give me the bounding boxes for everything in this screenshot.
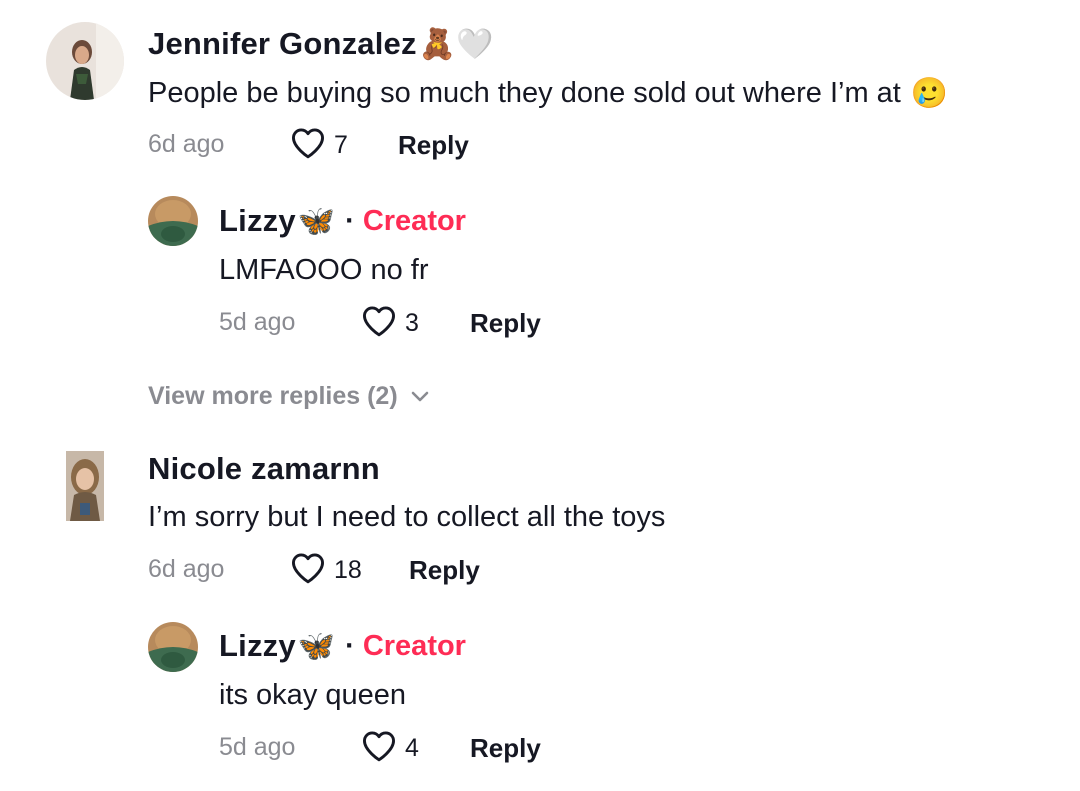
heart-outline-icon[interactable]: [361, 730, 397, 767]
reply-button[interactable]: Reply: [398, 130, 469, 161]
comment-emoji: 🥲: [910, 76, 949, 110]
avatar-lizzy[interactable]: [148, 196, 198, 246]
heart-outline-icon[interactable]: [290, 552, 326, 589]
reply-text: its okay queen: [219, 679, 407, 711]
heart-outline-icon[interactable]: [290, 127, 326, 164]
reply-button[interactable]: Reply: [409, 555, 480, 586]
avatar-nicole-zamarnn[interactable]: [66, 451, 104, 521]
like-count: 4: [405, 733, 419, 762]
butterfly-emoji: 🦋: [297, 204, 336, 238]
heart-outline-icon[interactable]: [361, 305, 397, 342]
reply-button[interactable]: Reply: [470, 733, 541, 764]
comment-author[interactable]: Jennifer Gonzalez: [148, 26, 417, 62]
separator-dot: ·: [345, 204, 355, 237]
avatar-jennifer-gonzalez[interactable]: [46, 22, 124, 100]
like-count: 3: [405, 308, 419, 337]
reply-author[interactable]: Lizzy: [219, 628, 296, 664]
comment-time: 6d ago: [148, 130, 225, 158]
creator-badge: Creator: [362, 629, 466, 662]
comment-text: People be buying so much they done sold …: [148, 76, 901, 109]
like-count: 7: [334, 130, 348, 159]
view-more-label: View more replies (2): [148, 381, 398, 410]
comment-text: I’m sorry but I need to collect all the …: [148, 501, 666, 533]
comment-author[interactable]: Nicole zamarnn: [148, 451, 380, 487]
chevron-down-icon: [410, 389, 430, 403]
like-count: 18: [334, 555, 362, 584]
creator-badge: Creator: [362, 204, 466, 237]
author-emoji: 🧸🤍: [418, 27, 494, 61]
reply-text: LMFAOOO no fr: [219, 254, 429, 286]
reply-author[interactable]: Lizzy: [219, 203, 296, 239]
reply-button[interactable]: Reply: [470, 308, 541, 339]
separator-dot: ·: [345, 629, 355, 662]
avatar-lizzy[interactable]: [148, 622, 198, 672]
reply-time: 5d ago: [219, 733, 296, 761]
view-more-replies[interactable]: View more replies (2): [148, 378, 430, 414]
reply-time: 5d ago: [219, 308, 296, 336]
comment-time: 6d ago: [148, 555, 225, 583]
butterfly-emoji: 🦋: [297, 629, 336, 663]
